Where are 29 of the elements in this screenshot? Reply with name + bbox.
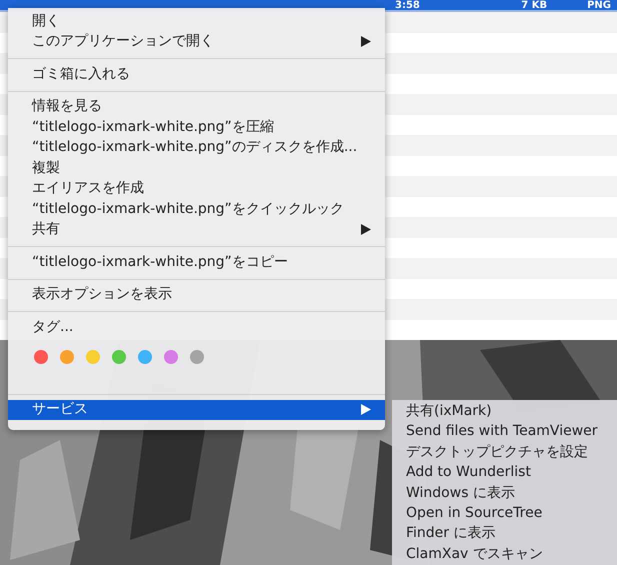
menu-item[interactable]: デスクトップピクチャを設定 xyxy=(406,442,617,462)
menu-item[interactable]: エイリアスを作成 xyxy=(8,178,385,199)
tag-color-dot[interactable] xyxy=(86,350,100,364)
menu-item[interactable]: 情報を見る xyxy=(8,96,385,117)
tag-color-dot[interactable] xyxy=(138,350,152,364)
tag-color-dot[interactable] xyxy=(34,350,48,364)
menu-item[interactable]: Add to Wunderlist xyxy=(406,462,617,483)
menu-item[interactable]: サービス xyxy=(8,400,385,420)
menu-item[interactable]: 共有(ixMark) xyxy=(406,401,617,422)
menu-item[interactable]: 複製 xyxy=(8,158,385,178)
menu-item[interactable]: 開く xyxy=(8,11,385,32)
menu-item[interactable]: このアプリケーションで開く xyxy=(8,32,385,52)
menu-item[interactable]: ゴミ箱に入れる xyxy=(8,64,385,84)
menu-item[interactable]: Send files with TeamViewer xyxy=(406,421,617,442)
menu-item[interactable]: 表示オプションを表示 xyxy=(8,284,385,305)
menu-item[interactable]: Open in SourceTree xyxy=(406,502,617,524)
menu-item[interactable]: “titlelogo-ixmark-white.png”を圧縮 xyxy=(8,117,385,138)
tag-color-dot[interactable] xyxy=(164,350,178,364)
menu-item[interactable]: タグ... xyxy=(8,317,385,338)
menu-item[interactable]: Finder に表示 xyxy=(406,523,617,544)
menu-item[interactable]: “titlelogo-ixmark-white.png”をクイックルック xyxy=(8,199,385,220)
menu-item[interactable]: 共有 xyxy=(8,220,385,240)
menu-item[interactable]: “titlelogo-ixmark-white.png”のディスクを作成... xyxy=(8,138,385,158)
menu-item[interactable]: ClamXav でスキャン xyxy=(406,544,617,564)
menu-item[interactable]: Windows に表示 xyxy=(406,482,617,503)
menu-item[interactable]: “titlelogo-ixmark-white.png”をコピー xyxy=(8,252,385,272)
tag-color-dot[interactable] xyxy=(60,350,74,364)
tag-color-dot[interactable] xyxy=(112,350,126,364)
tag-color-dot[interactable] xyxy=(190,350,204,364)
